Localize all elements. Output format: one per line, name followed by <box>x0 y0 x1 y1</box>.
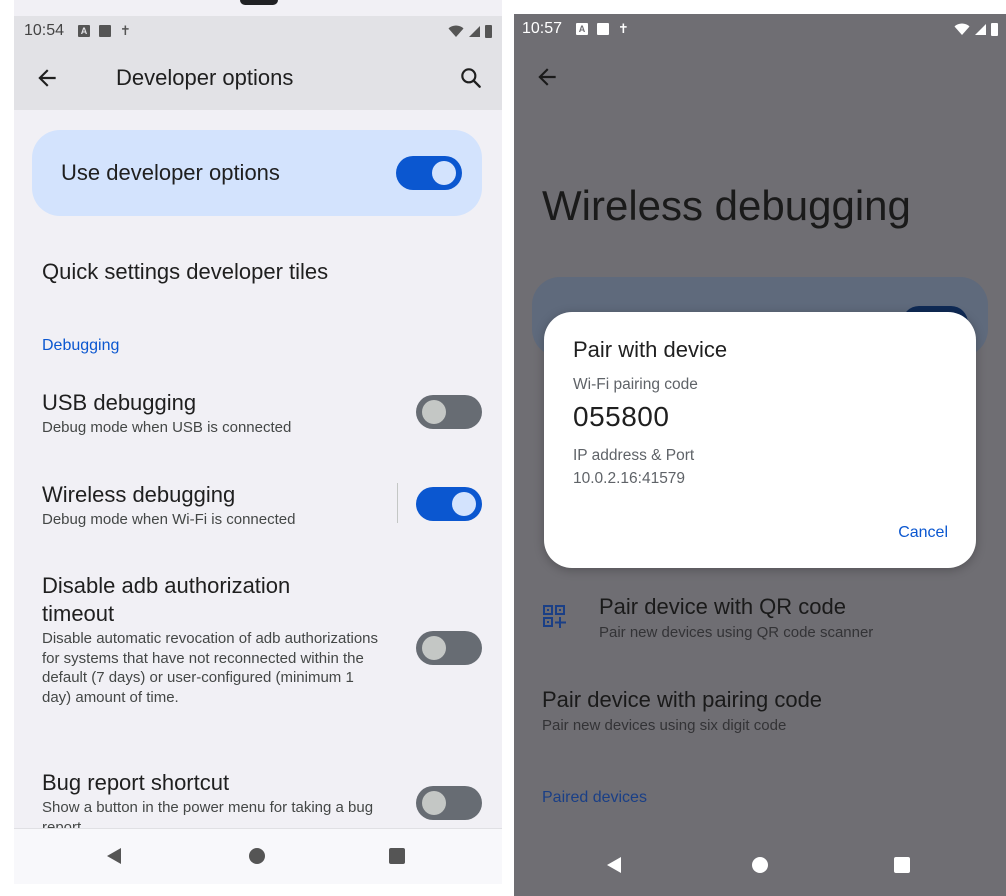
pair-with-pairing-code-item[interactable]: Pair device with pairing code Pair new d… <box>542 686 822 736</box>
item-title: Pair device with pairing code <box>542 687 823 712</box>
qr-code-add-icon <box>543 605 566 628</box>
notification-square-icon <box>597 23 610 35</box>
item-summary: Disable automatic revocation of adb auth… <box>42 630 379 706</box>
wifi-icon <box>954 23 970 35</box>
navigation-bar <box>514 838 1006 896</box>
vertical-divider <box>397 483 398 523</box>
item-title: Disable adb authorization timeout <box>42 573 291 626</box>
bug-report-shortcut-item[interactable]: Bug report shortcut Show a button in the… <box>42 769 482 837</box>
toggle-knob <box>422 400 446 424</box>
pairing-code-label: Wi-Fi pairing code <box>573 376 698 393</box>
battery-icon <box>485 24 492 38</box>
status-time: 10:57 <box>522 20 563 37</box>
ip-port-label: IP address & Port <box>573 447 695 464</box>
adb-auth-timeout-toggle[interactable] <box>416 631 482 665</box>
item-title: Quick settings developer tiles <box>42 259 329 284</box>
cancel-button[interactable]: Cancel <box>898 524 948 542</box>
notification-a-icon: A <box>576 23 589 35</box>
item-title: Pair device with QR code <box>599 594 846 619</box>
arrow-back-icon[interactable] <box>34 65 60 91</box>
item-summary: Debug mode when Wi-Fi is connected <box>42 511 296 528</box>
accessibility-icon: ✝ <box>618 21 629 36</box>
pair-with-device-dialog: Pair with device Wi-Fi pairing code 0558… <box>544 312 976 568</box>
wireless-debugging-item[interactable]: Wireless debugging Debug mode when Wi-Fi… <box>42 481 482 530</box>
ip-port-value: 10.0.2.16:41579 <box>573 470 686 487</box>
pair-with-qr-code-item[interactable]: Pair device with QR code Pair new device… <box>599 593 873 643</box>
nav-recents-icon[interactable] <box>894 857 910 873</box>
navigation-bar <box>14 828 502 884</box>
master-switch-label: Use developer options <box>61 160 280 185</box>
page-title: Wireless debugging <box>542 182 911 229</box>
toggle-knob <box>422 791 446 815</box>
usb-debugging-toggle[interactable] <box>416 395 482 429</box>
accessibility-icon: ✝ <box>120 23 131 38</box>
page-title: Developer options <box>116 65 294 90</box>
signal-icon <box>975 23 986 35</box>
wifi-icon <box>448 25 464 37</box>
developer-options-screen: 10:54 A ✝ Developer options Use develope… <box>14 0 502 884</box>
app-bar: Developer options <box>14 46 502 110</box>
status-bar: 10:54 A ✝ <box>14 16 502 46</box>
battery-icon <box>991 22 998 36</box>
toggle-knob <box>422 636 446 660</box>
nav-home-icon[interactable] <box>752 857 768 873</box>
status-bar: 10:57 A ✝ <box>514 14 1006 44</box>
quick-settings-tiles-item[interactable]: Quick settings developer tiles <box>42 258 482 286</box>
wireless-debugging-toggle[interactable] <box>416 487 482 521</box>
camera-notch <box>240 0 278 5</box>
item-summary: Debug mode when USB is connected <box>42 419 292 436</box>
use-developer-options-switch[interactable]: Use developer options <box>32 130 482 216</box>
pairing-code-value: 055800 <box>573 401 670 432</box>
usb-debugging-item[interactable]: USB debugging Debug mode when USB is con… <box>42 389 482 438</box>
item-title: Bug report shortcut <box>42 770 230 795</box>
nav-recents-icon[interactable] <box>389 848 405 864</box>
nav-home-icon[interactable] <box>249 848 265 864</box>
notification-square-icon <box>99 25 112 37</box>
section-header-paired-devices: Paired devices <box>542 789 647 806</box>
bug-report-toggle[interactable] <box>416 786 482 820</box>
master-toggle[interactable] <box>396 156 462 190</box>
arrow-back-icon[interactable] <box>534 64 560 90</box>
toggle-knob <box>452 492 476 516</box>
nav-back-icon[interactable] <box>607 857 621 873</box>
disable-adb-auth-timeout-item[interactable]: Disable adb authorization timeout Disabl… <box>42 572 482 707</box>
dialog-title: Pair with device <box>573 337 728 362</box>
item-summary: Pair new devices using QR code scanner <box>599 624 874 641</box>
status-time: 10:54 <box>24 22 65 39</box>
toggle-knob <box>432 161 456 185</box>
wireless-debugging-screen: 10:57 A ✝ Wireless debugging Pair device… <box>514 14 1006 896</box>
signal-icon <box>469 25 480 37</box>
search-icon[interactable] <box>458 65 484 91</box>
notification-a-icon: A <box>78 25 91 37</box>
section-header-debugging: Debugging <box>42 337 120 354</box>
item-summary: Pair new devices using six digit code <box>542 717 787 734</box>
nav-back-icon[interactable] <box>107 848 121 864</box>
